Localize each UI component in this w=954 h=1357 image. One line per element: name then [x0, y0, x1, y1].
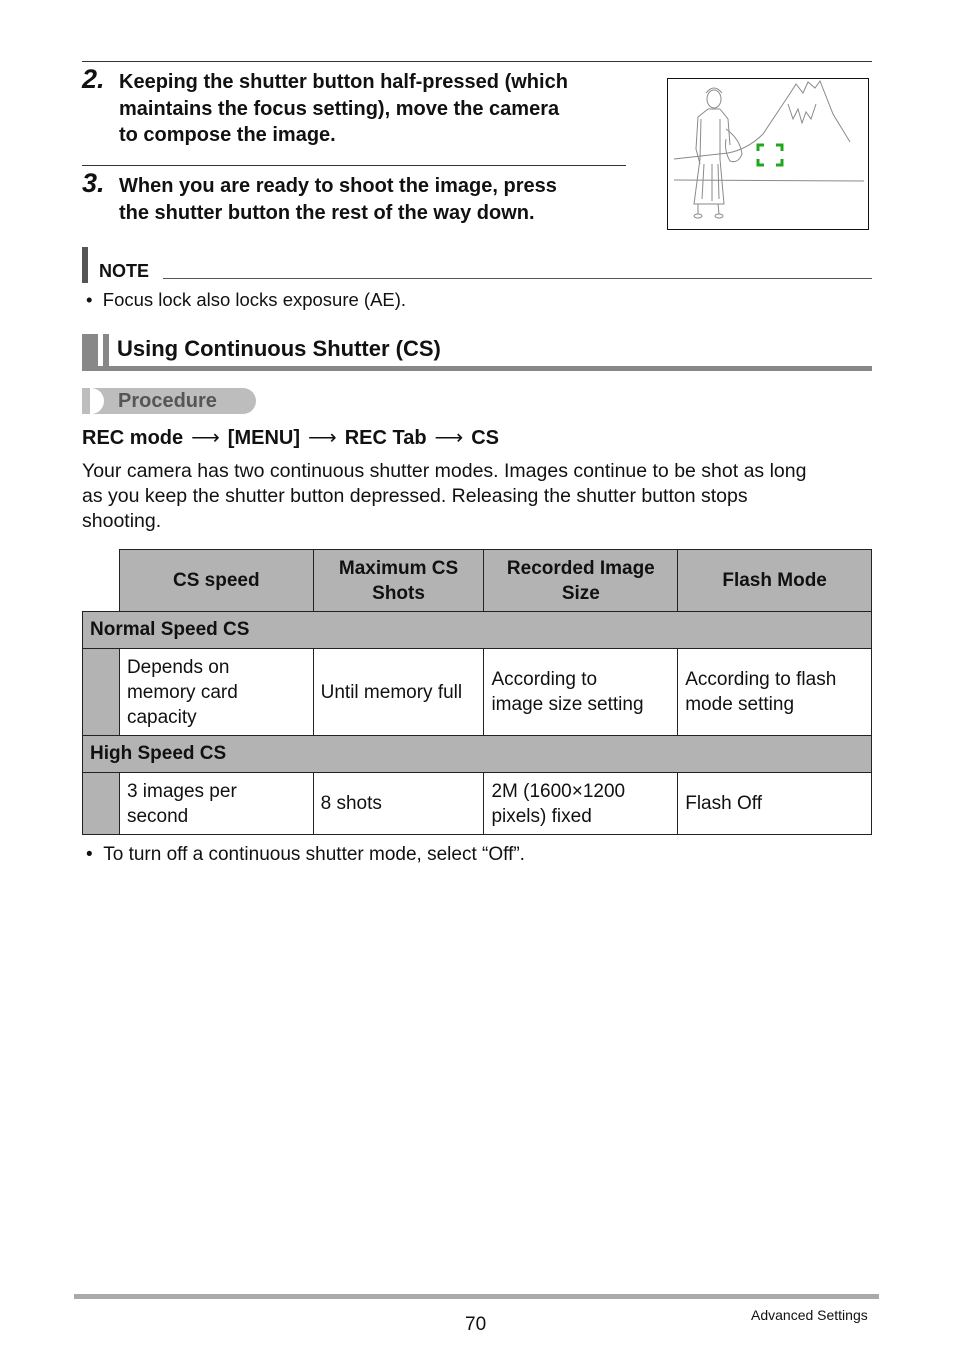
table-cell: According to flash mode setting [677, 648, 872, 736]
column-header: Maximum CS Shots [312, 549, 485, 612]
top-rule [82, 61, 872, 62]
cell-text: capacity [126, 706, 197, 728]
step-divider [82, 165, 626, 166]
note-bullet: • Focus lock also locks exposure (AE). [86, 288, 406, 312]
menu-path-step: CS [471, 427, 500, 449]
header-text: Recorded Image [506, 557, 655, 579]
table-header-row: CS speed Maximum CS Shots Recorded Image S… [82, 549, 872, 612]
column-header: Recorded Image Size [483, 549, 679, 612]
procedure-label: Procedure [118, 390, 217, 412]
group-label: Normal Speed CS [82, 611, 872, 649]
step-3-line: When you are ready to shoot the image, p… [119, 175, 557, 197]
body-line: shooting. [82, 510, 162, 532]
cell-text: second [126, 805, 189, 827]
step-2-text: Keeping the shutter button half-pressed … [119, 69, 568, 149]
table-cell: Flash Off [677, 772, 872, 835]
header-text: Size [561, 582, 600, 604]
step-number-2: 2. [82, 64, 105, 94]
cell-text: memory card [126, 681, 238, 703]
menu-path-step: REC Tab [344, 427, 427, 449]
section-heading-underline [82, 366, 872, 371]
header-text: CS speed [172, 570, 260, 591]
cell-text: pixels) fixed [491, 805, 592, 827]
row-indent [82, 648, 120, 736]
note-bullet-text: Focus lock also locks exposure (AE). [102, 289, 407, 310]
step-number-3: 3. [82, 168, 105, 198]
table-cell: Until memory full [312, 648, 485, 736]
menu-path-step: REC mode [82, 427, 184, 449]
note-label: NOTE [99, 261, 150, 281]
footer-rule [74, 1294, 879, 1299]
cell-text: 2M (1600×1200 [491, 780, 626, 802]
cell-text: According to flash [685, 669, 837, 690]
header-text: Maximum CS [338, 557, 459, 579]
table-corner [82, 549, 120, 612]
cell-text: According to [491, 669, 598, 690]
note-marker [82, 247, 88, 283]
page-number: 70 [465, 1314, 487, 1335]
bullet-icon: • [86, 289, 103, 310]
cell-text: image size setting [491, 694, 644, 715]
cell-text: Until memory full [320, 681, 463, 703]
table-row: Depends on memory card capacity Until memo… [82, 648, 872, 736]
table-group-row: Normal Speed CS [82, 611, 872, 649]
cs-mode-table: CS speed Maximum CS Shots Recorded Image S… [82, 549, 872, 835]
after-table-bullet: • To turn off a continuous shutter mode,… [86, 844, 525, 866]
composition-illustration [667, 78, 869, 230]
menu-path-step: [MENU] [227, 427, 301, 449]
section-heading-marker [103, 334, 109, 370]
step-2-line: maintains the focus setting), move the c… [119, 97, 560, 120]
step-3-line: the shutter button the rest of the way d… [119, 201, 535, 224]
arrow-right-icon: ⟶ [308, 427, 337, 449]
note-rule [163, 278, 872, 279]
procedure-badge-edge [82, 388, 90, 414]
table-cell: According to image size setting [483, 648, 679, 736]
group-label: High Speed CS [82, 735, 872, 773]
footer-section-name: Advanced Settings [751, 1307, 868, 1323]
bullet-text: To turn off a continuous shutter mode, s… [103, 844, 525, 865]
body-line: as you keep the shutter button depressed… [82, 485, 748, 507]
column-header: CS speed [118, 549, 314, 612]
header-text: Shots [372, 582, 425, 604]
body-line: Your camera has two continuous shutter m… [82, 460, 807, 482]
section-title: Using Continuous Shutter (CS) [117, 336, 441, 361]
table-cell: 8 shots [312, 772, 485, 835]
section-body: Your camera has two continuous shutter m… [82, 459, 882, 534]
step-2-line: Keeping the shutter button half-pressed … [119, 71, 568, 93]
table-cell: 3 images per second [118, 772, 314, 835]
focus-frame-icon [756, 143, 784, 167]
menu-path: REC mode ⟶ [MENU] ⟶ REC Tab ⟶ CS [82, 425, 499, 450]
cell-text: Flash Off [685, 793, 762, 814]
table-cell: Depends on memory card capacity [118, 648, 314, 736]
step-2-line: to compose the image. [119, 124, 336, 146]
table-cell: 2M (1600×1200 pixels) fixed [483, 772, 679, 835]
arrow-right-icon: ⟶ [191, 427, 220, 449]
woman-mountain-drawing [673, 79, 865, 219]
cell-text: Depends on [126, 656, 230, 678]
row-indent [82, 772, 120, 835]
arrow-right-icon: ⟶ [434, 427, 464, 449]
table-group-row: High Speed CS [82, 735, 872, 773]
cell-text: 8 shots [320, 793, 382, 814]
cell-text: 3 images per [126, 780, 237, 802]
mountain-outline [727, 79, 851, 154]
step-3-text: When you are ready to shoot the image, p… [119, 173, 557, 226]
table-row: 3 images per second 8 shots 2M (1600×1200… [82, 772, 872, 835]
section-heading-marker [82, 334, 98, 370]
header-text: Flash Mode [722, 570, 827, 591]
bullet-icon: • [86, 844, 104, 865]
cell-text: mode setting [685, 694, 795, 715]
column-header: Flash Mode [677, 549, 872, 612]
